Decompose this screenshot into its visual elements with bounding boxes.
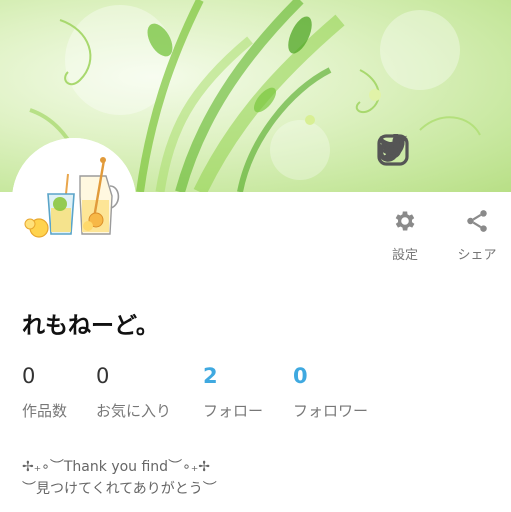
share-button[interactable]: シェア	[452, 208, 502, 263]
gear-icon	[395, 211, 415, 231]
stat-works[interactable]: 0 作品数	[22, 364, 67, 421]
stat-works-label: 作品数	[22, 402, 68, 420]
share-icon	[467, 210, 487, 232]
lemonade-avatar-illustration	[12, 138, 136, 262]
instagram-icon[interactable]	[377, 134, 505, 170]
stat-following[interactable]: 2 フォロー	[203, 364, 263, 421]
social-links	[377, 134, 505, 170]
stat-favorites-value: 0	[96, 364, 110, 388]
stat-followers-value: 0	[293, 364, 308, 388]
stat-followers-label: フォロワー	[293, 402, 369, 420]
settings-label: 設定	[391, 248, 418, 263]
tiktok-icon[interactable]	[378, 134, 459, 170]
stat-favorites-label: お気に入り	[96, 402, 172, 420]
profile-actions: 設定 シェア	[380, 208, 510, 268]
stat-following-label: フォロー	[203, 402, 264, 420]
stat-works-value: 0	[22, 364, 36, 388]
bio-line-1: ✢₊∘︶Thank you find︶∘₊✢	[22, 459, 210, 475]
settings-button[interactable]: 設定	[380, 208, 430, 263]
stat-followers[interactable]: 0 フォロワー	[293, 364, 368, 421]
profile-bio: ✢₊∘︶Thank you find︶∘₊✢ ︶見つけてくれてありがとう︶	[22, 456, 217, 500]
profile-name: れもねーど。	[22, 313, 159, 339]
bio-line-2: ︶見つけてくれてありがとう︶	[22, 481, 217, 497]
stat-favorites[interactable]: 0 お気に入り	[96, 364, 171, 421]
stat-following-value: 2	[203, 364, 218, 388]
share-label: シェア	[457, 248, 497, 263]
avatar[interactable]	[12, 138, 136, 262]
